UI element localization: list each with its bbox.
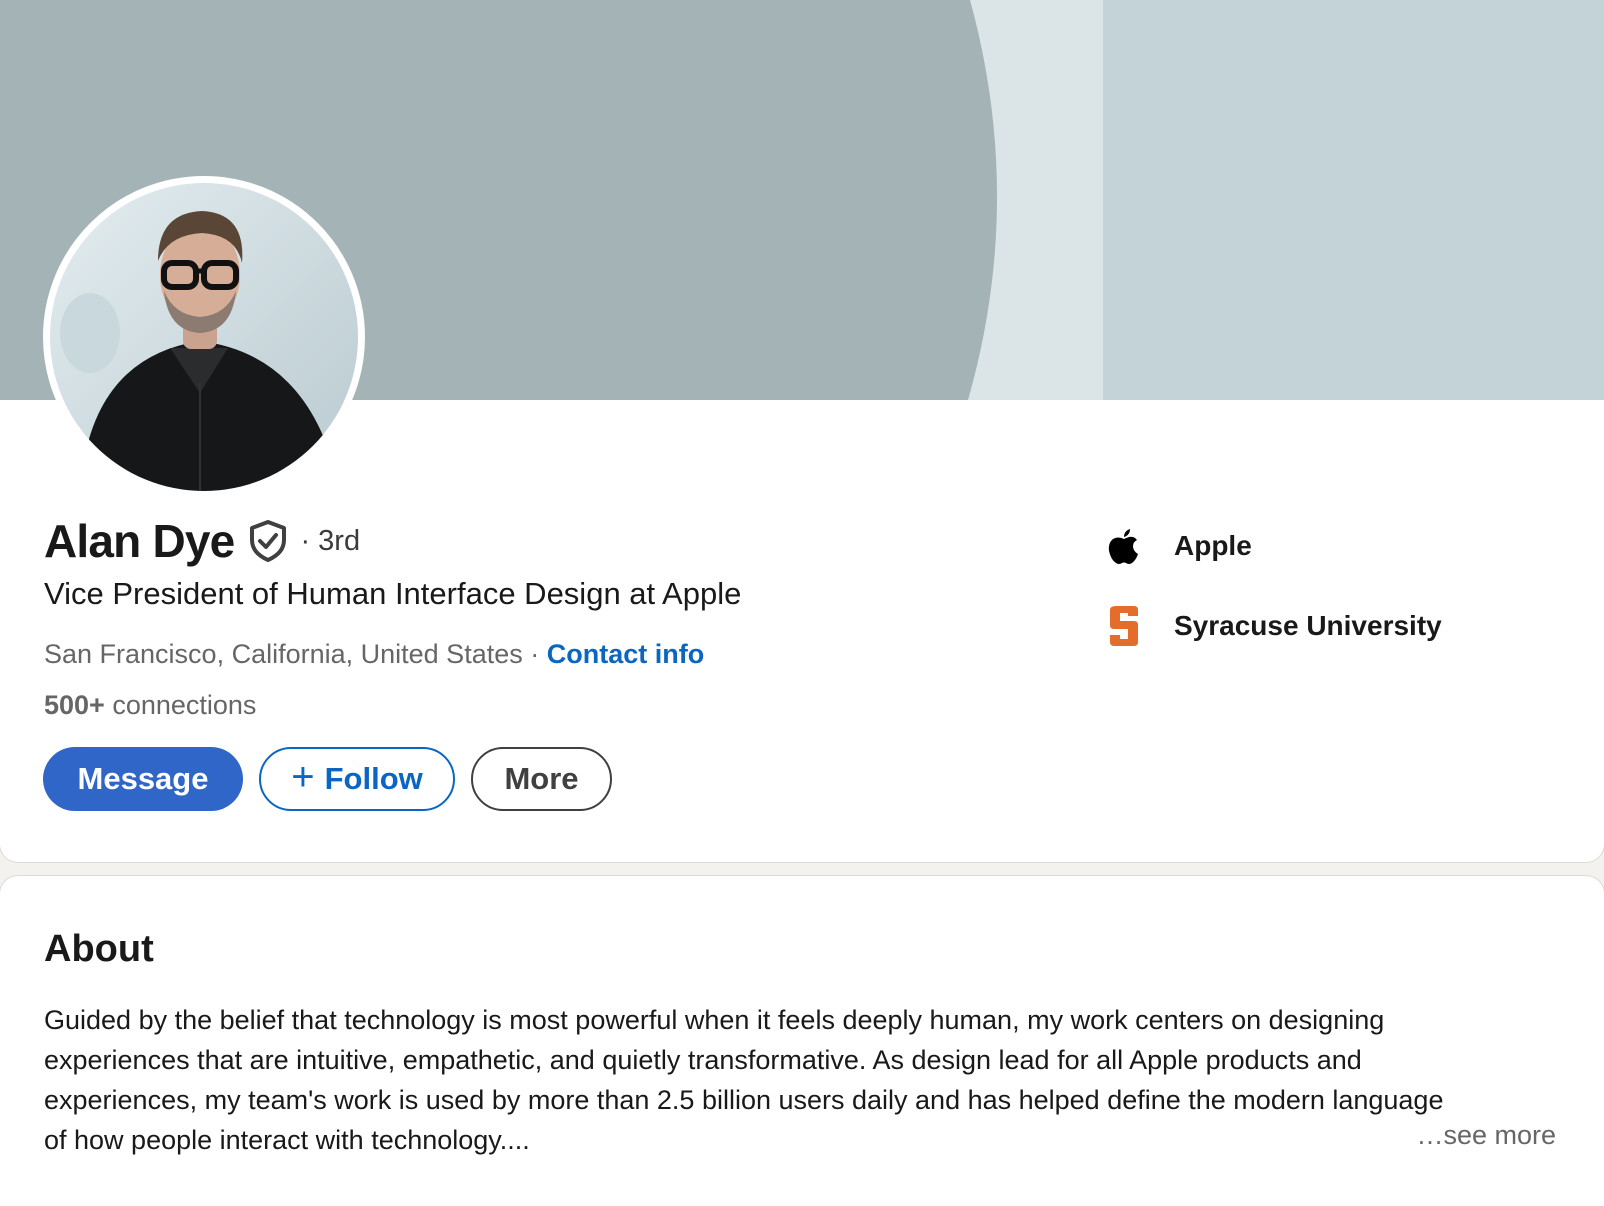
org-name-apple: Apple: [1174, 530, 1252, 561]
profile-headline: Vice President of Human Interface Design…: [44, 576, 742, 611]
follow-label: Follow: [324, 761, 423, 796]
plus-icon: +: [291, 755, 315, 799]
profile-name: Alan Dye: [44, 515, 235, 567]
profile-actions: Message + Follow More: [43, 747, 612, 811]
verified-shield-icon[interactable]: [248, 520, 288, 562]
profile-top-card: Alan Dye · 3rd Vice President of Human I…: [0, 0, 1604, 862]
about-line: Guided by the belief that technology is …: [44, 1005, 1385, 1035]
about-line: experiences that are intuitive, empathet…: [44, 1045, 1362, 1075]
see-more-link[interactable]: …see more: [1416, 1120, 1556, 1151]
org-item-syracuse[interactable]: Syracuse University: [1106, 602, 1442, 650]
profile-location: San Francisco, California, United States: [44, 639, 523, 669]
name-row: Alan Dye · 3rd: [44, 514, 360, 568]
more-button[interactable]: More: [471, 747, 612, 811]
connection-degree: · 3rd: [300, 524, 361, 557]
connections-count[interactable]: 500+ connections: [44, 690, 256, 721]
contact-info-link[interactable]: Contact info: [547, 639, 704, 669]
connections-label: connections: [104, 690, 257, 720]
profile-photo-image: [50, 183, 358, 491]
about-section: About Guided by the belief that technolo…: [0, 876, 1604, 1206]
connections-number: 500+: [44, 690, 105, 720]
organizations-list: Apple Syracuse University: [1106, 522, 1442, 682]
about-title: About: [44, 928, 154, 970]
message-button[interactable]: Message: [43, 747, 243, 811]
syracuse-s-logo-icon: [1106, 604, 1142, 648]
apple-logo-icon: [1106, 524, 1142, 568]
org-name-syracuse: Syracuse University: [1174, 610, 1442, 641]
about-line: of how people interact with technology..…: [44, 1125, 530, 1155]
about-text: Guided by the belief that technology is …: [44, 1000, 1554, 1160]
profile-photo[interactable]: [43, 176, 365, 498]
location-row: San Francisco, California, United States…: [44, 639, 704, 670]
about-line: experiences, my team's work is used by m…: [44, 1085, 1444, 1115]
follow-button[interactable]: + Follow: [259, 747, 455, 811]
org-item-apple[interactable]: Apple: [1106, 522, 1442, 570]
location-separator: ·: [522, 639, 547, 669]
